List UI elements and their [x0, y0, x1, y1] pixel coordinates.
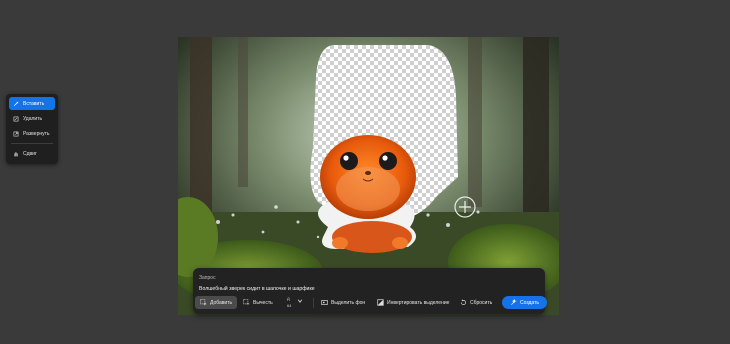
remove-brush-icon — [13, 116, 19, 121]
generate-sparkle-icon — [511, 299, 517, 305]
tool-pan[interactable]: Сдвиг — [9, 147, 55, 160]
insert-brush-icon — [13, 101, 19, 106]
generate-button-label: Создать — [520, 299, 540, 306]
tool-panel: Вставить Удалить Развернуть Сдвиг — [6, 94, 58, 164]
expand-icon — [13, 131, 19, 136]
add-button-label: Добавить — [210, 299, 233, 306]
reset-button-label: Сбросить — [470, 299, 493, 306]
tool-expand[interactable]: Развернуть — [9, 127, 55, 140]
prompt-actions: Добавить Вычесть Д 64 Выделить фон Инвер… — [195, 296, 548, 310]
tool-remove[interactable]: Удалить — [9, 112, 55, 125]
invert-selection-icon — [377, 299, 384, 306]
subtract-selection-icon — [243, 299, 250, 305]
select-background-icon — [321, 300, 328, 305]
prompt-bar: Запрос Волшебный зверек сидит в шапочке … — [193, 268, 548, 314]
brush-size-label: Д — [287, 296, 290, 301]
add-button[interactable]: Добавить — [195, 296, 238, 309]
chevron-down-icon[interactable] — [297, 298, 303, 304]
brush-size-value: 64 — [287, 303, 292, 308]
tool-remove-label: Удалить — [23, 115, 43, 122]
action-divider — [313, 298, 314, 308]
tool-divider — [11, 143, 53, 144]
generate-button[interactable]: Создать — [502, 296, 548, 309]
subtract-button[interactable]: Вычесть — [243, 296, 273, 309]
prompt-input[interactable]: Волшебный зверек сидит в шапочке и шарфи… — [199, 286, 315, 292]
tool-insert[interactable]: Вставить — [9, 97, 55, 110]
reset-button[interactable]: Сбросить — [460, 296, 492, 309]
select-background-button[interactable]: Выделить фон — [321, 296, 365, 309]
hand-icon — [14, 151, 18, 156]
tool-insert-label: Вставить — [23, 100, 45, 107]
tool-expand-label: Развернуть — [23, 130, 50, 137]
subtract-button-label: Вычесть — [253, 299, 273, 306]
select-background-label: Выделить фон — [331, 299, 366, 306]
prompt-label: Запрос — [199, 275, 216, 281]
tool-pan-label: Сдвиг — [23, 150, 37, 157]
invert-selection-label: Инвертировать выделение — [387, 299, 450, 306]
brush-size-stepper[interactable]: Д 64 — [287, 296, 309, 310]
invert-selection-button[interactable]: Инвертировать выделение — [377, 296, 449, 309]
add-selection-icon — [200, 299, 207, 306]
reset-icon — [461, 299, 466, 305]
